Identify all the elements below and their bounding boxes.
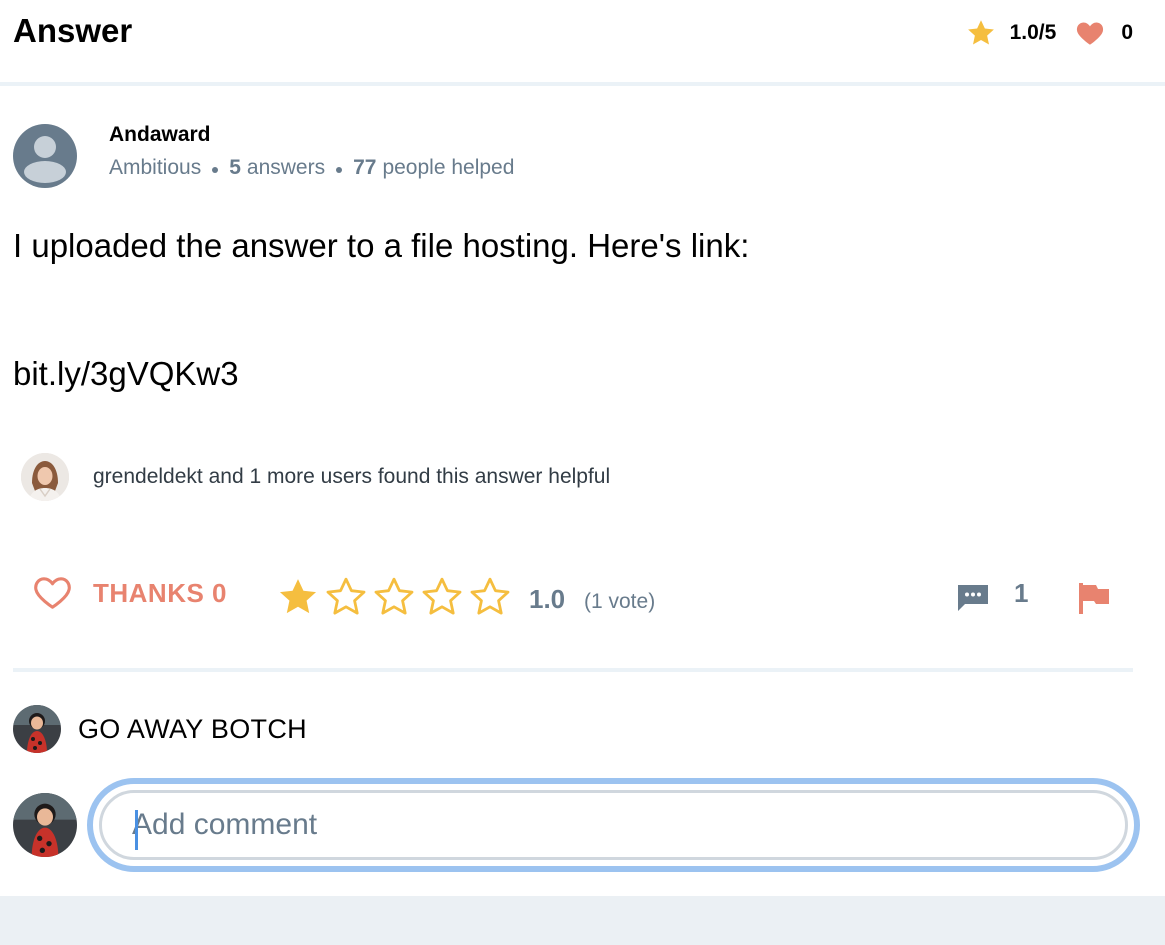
helpful-text: grendeldekt and 1 more users found this … (93, 465, 611, 488)
comment-item: GO AWAY BOTCH (13, 705, 307, 753)
divider (13, 668, 1133, 672)
author-avatar[interactable] (13, 124, 77, 188)
rating-votes: (1 vote) (584, 590, 656, 613)
comment-input-focus-ring (87, 778, 1140, 872)
author-name[interactable]: Andaward (109, 123, 211, 147)
thanks-button[interactable]: THANKS 0 (34, 576, 227, 610)
separator-dot (336, 167, 343, 173)
thanks-label: THANKS 0 (93, 577, 228, 608)
separator-dot (212, 167, 219, 173)
text-caret (135, 810, 138, 850)
add-comment-row (13, 778, 1143, 872)
speech-bubble-icon (958, 585, 988, 611)
heart-icon (1077, 22, 1104, 45)
default-user-icon (24, 136, 66, 183)
answer-link-text: bit.ly/3gVQKw3 (13, 355, 239, 392)
helped-label: people helped (382, 156, 515, 179)
commenter-avatar[interactable] (13, 705, 61, 753)
helpful-info: grendeldekt and 1 more users found this … (21, 453, 610, 501)
flag-icon[interactable] (1076, 580, 1112, 616)
answer-header: Answer 1.0/5 0 (0, 0, 1165, 86)
helper-avatar[interactable] (21, 453, 69, 501)
star-icon (967, 20, 994, 45)
user-photo-icon (13, 793, 77, 857)
star-filled-icon[interactable] (276, 576, 320, 618)
star-outline-icon[interactable] (372, 576, 416, 618)
star-outline-icon[interactable] (324, 576, 368, 618)
heart-outline-icon (34, 577, 71, 609)
answer-stats: 1.0/5 0 (966, 17, 1133, 49)
comments-button[interactable]: 1 (956, 578, 1028, 612)
star-outline-icon[interactable] (420, 576, 464, 618)
author-rank: Ambitious (109, 156, 202, 179)
comment-input[interactable] (99, 790, 1128, 860)
thanks-count: 0 (1121, 21, 1133, 44)
answers-label: answers (246, 156, 326, 179)
footer-band (0, 896, 1165, 945)
answer-line: I uploaded the answer to a file hosting.… (13, 227, 750, 264)
author-meta: Ambitious 5 answers 77 people helped (109, 156, 514, 180)
user-photo-icon (21, 453, 69, 501)
answers-count: 5 (229, 156, 241, 179)
page-title: Answer (13, 12, 133, 49)
answer-body: I uploaded the answer to a file hosting.… (13, 224, 1113, 396)
answer-actions: THANKS 0 1.0 (1 vote) 1 (0, 570, 1165, 630)
current-user-avatar[interactable] (13, 793, 77, 857)
rating-value: 1.0 (529, 584, 566, 614)
star-outline-icon[interactable] (468, 576, 512, 618)
comment-text: GO AWAY BOTCH (78, 713, 307, 744)
comments-count: 1 (1014, 577, 1029, 608)
helped-count: 77 (353, 156, 377, 179)
rating-summary: 1.0/5 (1009, 21, 1057, 44)
rating-stars[interactable] (276, 576, 516, 618)
user-photo-icon (13, 705, 61, 753)
